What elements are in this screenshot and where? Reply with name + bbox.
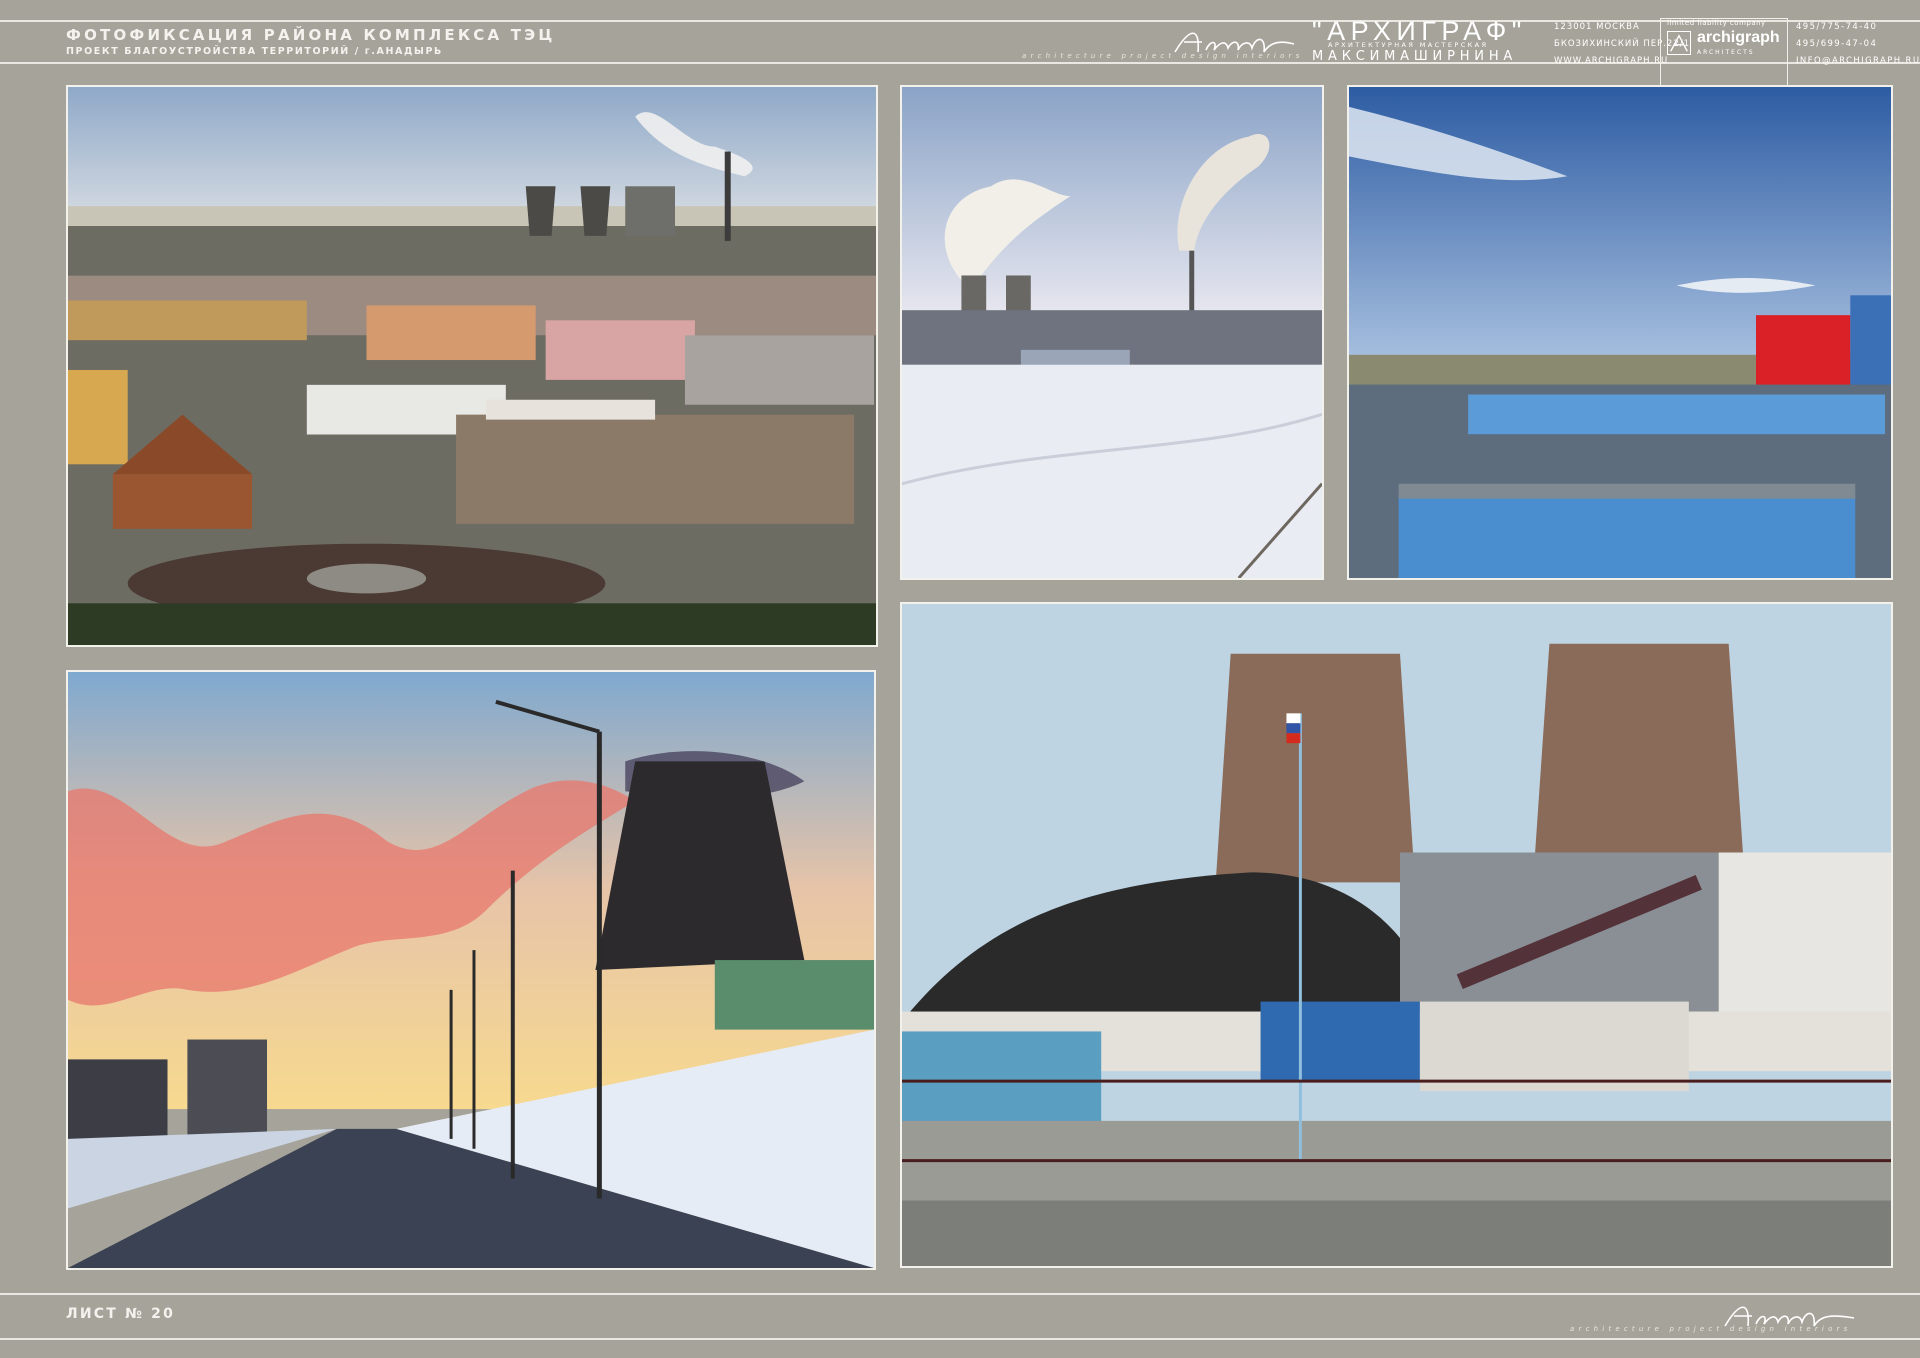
sheet-number: ЛИСТ № 20 [66,1306,176,1322]
sheet-title: ФОТОФИКСАЦИЯ РАЙОНА КОМПЛЕКСА ТЭЦ [66,26,556,44]
company-sub: ARCHITECTS [1697,49,1755,56]
company-logo-icon [1667,31,1691,55]
footer-top-rule [0,1293,1920,1295]
photo-plant-snow [900,85,1324,580]
company-name: archigraph [1697,29,1780,46]
footer-signature-caption: architecture project design interiors [1570,1325,1852,1333]
photo-cooling-towers [900,602,1893,1268]
phone-line: 495/699-47-04 [1796,39,1878,49]
brand-tagline: АРХИТЕКТУРНАЯ МАСТЕРСКАЯ [1328,41,1489,49]
phone-line: 495/775-74-40 [1796,22,1878,32]
email-link[interactable]: INFO@ARCHIGRAPH.RU [1796,53,1920,70]
signature-caption: architecture project design interiors [1022,52,1304,60]
brand-contacts: 495/775-74-40 495/699-47-04 INFO@ARCHIGR… [1796,19,1920,70]
photo-city-panorama [66,85,878,647]
company-caption: limited liability company [1667,19,1766,27]
sheet-subtitle: ПРОЕКТ БЛАГОУСТРОЙСТВА ТЕРРИТОРИЙ / г.АН… [66,46,443,57]
brand-person: МАКСИМАШИРНИНА [1312,49,1518,64]
photo-garages [1347,85,1893,580]
photo-sunset-road [66,670,876,1270]
footer-bottom-rule [0,1338,1920,1340]
